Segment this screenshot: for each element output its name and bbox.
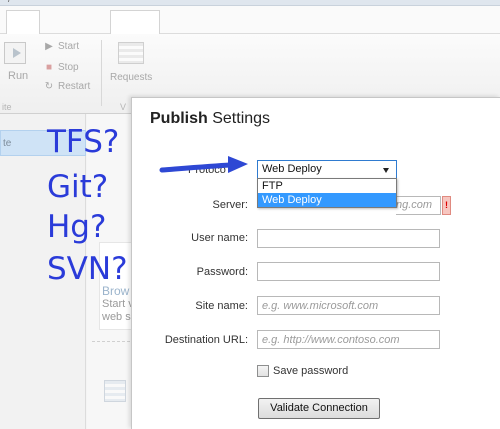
stop-icon: ■ (45, 62, 53, 73)
dialog-title: Publish Settings (150, 110, 271, 127)
window-title: / (8, 0, 11, 5)
server-input[interactable]: ng.com (396, 196, 441, 215)
workspace-item-label: te (3, 138, 12, 149)
document-icon (104, 380, 126, 402)
description-text: web s (102, 311, 131, 323)
run-button[interactable]: Run (8, 70, 28, 82)
server-placeholder: ng.com (396, 199, 433, 211)
tab[interactable] (110, 10, 160, 34)
password-input[interactable] (257, 262, 440, 281)
protocol-selected-value: Web Deploy (262, 163, 322, 175)
overlay-label-git: Git? (47, 169, 109, 205)
run-icon[interactable] (4, 42, 26, 64)
username-input[interactable] (257, 229, 440, 248)
description-text: Start v (102, 298, 134, 310)
overlay-label-svn: SVN? (47, 251, 128, 287)
requests-button[interactable]: Requests (110, 72, 152, 83)
publish-settings-dialog: Publish Settings Protoco Web Deploy FTP … (131, 97, 500, 429)
restart-icon: ↻ (44, 81, 54, 92)
requests-icon[interactable] (118, 42, 144, 64)
tab-strip (0, 6, 500, 34)
password-label: Password: (196, 266, 248, 278)
destination-url-input[interactable] (257, 330, 440, 349)
site-name-label: Site name: (195, 300, 248, 312)
tab[interactable] (6, 10, 40, 34)
validate-connection-button[interactable]: Validate Connection (258, 398, 380, 419)
annotation-arrow-icon (159, 156, 248, 173)
save-password-checkbox[interactable] (257, 365, 269, 377)
play-icon: ▶ (45, 41, 53, 52)
restart-button[interactable]: ↻ Restart (43, 81, 90, 92)
save-password-label[interactable]: Save password (273, 365, 348, 377)
ribbon-group-label: ite (2, 102, 12, 112)
protocol-select[interactable]: Web Deploy (257, 160, 397, 179)
protocol-option-web-deploy[interactable]: Web Deploy (258, 193, 396, 207)
ribbon-separator (101, 40, 102, 106)
protocol-dropdown-list: FTP Web Deploy (257, 178, 397, 208)
site-name-input[interactable] (257, 296, 440, 315)
start-button[interactable]: ▶ Start (43, 41, 79, 52)
server-label: Server: (212, 199, 248, 211)
error-icon: ! (442, 196, 451, 215)
protocol-option-ftp[interactable]: FTP (258, 179, 396, 193)
ribbon-group-label: V (120, 102, 127, 112)
destination-url-label: Destination URL: (164, 334, 248, 346)
chevron-down-icon (383, 168, 389, 173)
divider (92, 341, 130, 342)
stop-button[interactable]: ■ Stop (43, 62, 79, 73)
overlay-label-tfs: TFS? (47, 124, 120, 160)
username-label: User name: (191, 232, 248, 244)
overlay-label-hg: Hg? (47, 209, 107, 245)
